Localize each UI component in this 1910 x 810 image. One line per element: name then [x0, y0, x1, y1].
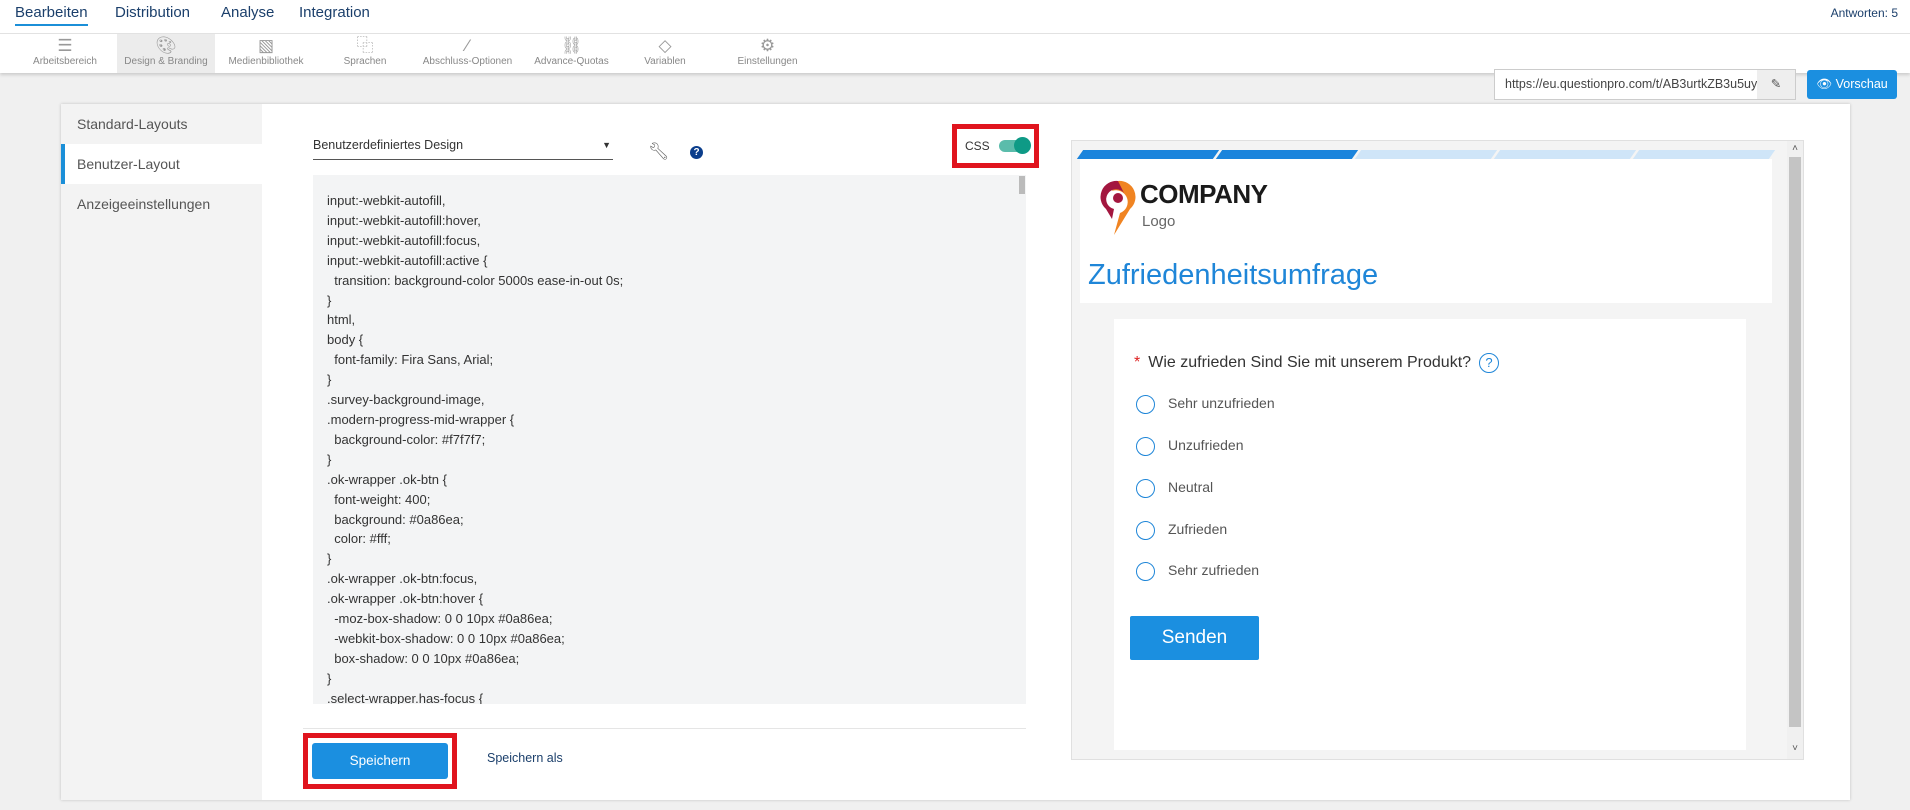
- question-help-icon[interactable]: ?: [1479, 353, 1500, 373]
- caret-down-icon: ▼: [602, 140, 611, 150]
- tab-integration[interactable]: Integration: [299, 4, 370, 24]
- tool-label: Einstellungen: [737, 56, 798, 67]
- option-zufrieden[interactable]: Zufrieden: [1136, 521, 1227, 540]
- preview-scrollbar[interactable]: ˄ ˅: [1787, 141, 1803, 759]
- logo-sub: Logo: [1142, 213, 1176, 230]
- tool-abschluss-optionen[interactable]: ⁄ Abschluss-Optionen: [415, 34, 520, 73]
- tag-icon: ◇: [658, 36, 672, 55]
- option-neutral[interactable]: Neutral: [1136, 479, 1213, 498]
- tool-label: Advance-Quotas: [534, 56, 609, 67]
- sidebar: Standard-Layouts Benutzer-Layout Anzeige…: [61, 104, 262, 800]
- chain-icon: ⛓: [560, 36, 583, 55]
- radio[interactable]: [1136, 521, 1155, 540]
- magic-wand-icon: ⁄: [466, 36, 469, 55]
- tool-arbeitsbereich[interactable]: ☰ Arbeitsbereich: [20, 34, 110, 73]
- survey-preview: COMPANY Logo Zufriedenheitsumfrage * Wie …: [1071, 140, 1804, 760]
- wrench-icon[interactable]: 🔧︎: [648, 142, 670, 162]
- progress-segment: [1076, 150, 1220, 159]
- option-label: Unzufrieden: [1168, 437, 1244, 454]
- scroll-down-icon[interactable]: ˅: [1787, 743, 1803, 754]
- top-navigation: Bearbeiten Distribution Analyse Integrat…: [0, 0, 1910, 34]
- sidebar-item-anzeigeeinstellungen[interactable]: Anzeigeeinstellungen: [61, 184, 262, 224]
- option-sehr-zufrieden[interactable]: Sehr zufrieden: [1136, 562, 1259, 581]
- tool-design-branding[interactable]: 🎨︎ Design & Branding: [117, 34, 215, 73]
- tab-distribution[interactable]: Distribution: [115, 4, 190, 24]
- option-sehr-unzufrieden[interactable]: Sehr unzufrieden: [1136, 395, 1275, 414]
- radio[interactable]: [1136, 479, 1155, 498]
- toolbar: ☰ Arbeitsbereich 🎨︎ Design & Branding ▧ Med…: [0, 34, 1910, 100]
- tool-label: Medienbibliothek: [228, 56, 304, 67]
- submit-button[interactable]: Senden: [1130, 616, 1259, 660]
- tool-variablen[interactable]: ◇ Variablen: [630, 34, 700, 73]
- tool-label: Abschluss-Optionen: [422, 56, 513, 67]
- tab-bearbeiten[interactable]: Bearbeiten: [15, 4, 88, 26]
- question-text: Wie zufrieden Sind Sie mit unserem Produ…: [1148, 354, 1472, 372]
- toggle-knob: [1014, 137, 1031, 154]
- survey-url: https://eu.questionpro.com/t/AB3urtkZB3u…: [1505, 77, 1758, 91]
- tool-label: Variablen: [644, 56, 686, 67]
- responses-count: Antworten: 5: [1830, 6, 1898, 20]
- translate-icon: ⿻: [356, 36, 374, 55]
- survey-title: Zufriedenheitsumfrage: [1088, 259, 1379, 291]
- save-button[interactable]: Speichern: [312, 743, 448, 779]
- tool-advance-quotas[interactable]: ⛓ Advance-Quotas: [524, 34, 619, 73]
- tool-einstellungen[interactable]: ⚙ Einstellungen: [725, 34, 810, 73]
- radio[interactable]: [1136, 395, 1155, 414]
- radio[interactable]: [1136, 562, 1155, 581]
- save-as-link[interactable]: Speichern als: [487, 751, 563, 765]
- option-unzufrieden[interactable]: Unzufrieden: [1136, 437, 1244, 456]
- question-card: * Wie zufrieden Sind Sie mit unserem Prod…: [1114, 319, 1746, 750]
- tool-label: Sprachen: [343, 56, 387, 67]
- eye-icon: 👁︎: [1816, 77, 1833, 91]
- image-icon: ▧: [257, 36, 275, 55]
- survey-header: COMPANY Logo Zufriedenheitsumfrage: [1080, 159, 1772, 303]
- option-label: Sehr unzufrieden: [1168, 395, 1275, 412]
- sidebar-item-standard-layouts[interactable]: Standard-Layouts: [61, 104, 262, 144]
- option-label: Zufrieden: [1168, 521, 1228, 538]
- progress-segment: [1632, 150, 1776, 159]
- scroll-up-icon[interactable]: ˄: [1787, 143, 1803, 154]
- css-label: CSS: [965, 139, 990, 153]
- tool-label: Design & Branding: [124, 56, 208, 67]
- palette-icon: 🎨︎: [155, 36, 177, 55]
- css-code-editor[interactable]: input:-webkit-autofill, input:-webkit-au…: [313, 175, 1026, 704]
- progress-segment: [1215, 150, 1359, 159]
- progress-bar: [1076, 150, 1776, 159]
- company-logo-icon: [1100, 180, 1136, 235]
- workspace-icon: ☰: [57, 36, 73, 55]
- css-toggle-highlight: CSS: [952, 124, 1039, 168]
- required-marker: *: [1134, 354, 1141, 372]
- divider: [303, 728, 1026, 729]
- progress-segment: [1493, 150, 1637, 159]
- sidebar-item-benutzer-layout[interactable]: Benutzer-Layout: [61, 144, 262, 184]
- logo-company: COMPANY: [1140, 179, 1268, 209]
- question: * Wie zufrieden Sind Sie mit unserem Prod…: [1134, 353, 1500, 373]
- gear-icon: ⚙: [759, 36, 776, 55]
- save-highlight: Speichern: [303, 733, 457, 789]
- progress-segment: [1354, 150, 1498, 159]
- tool-medienbibliothek[interactable]: ▧ Medienbibliothek: [217, 34, 315, 73]
- code-scrollbar[interactable]: [1019, 176, 1025, 194]
- design-select-value: Benutzerdefiniertes Design: [313, 138, 464, 152]
- preview-label: Vorschau: [1835, 77, 1888, 91]
- radio[interactable]: [1136, 437, 1155, 456]
- preview-button[interactable]: 👁︎ Vorschau: [1807, 70, 1897, 99]
- css-toggle[interactable]: [999, 137, 1031, 154]
- pencil-icon[interactable]: ✎: [1757, 70, 1795, 99]
- survey-url-field[interactable]: https://eu.questionpro.com/t/AB3urtkZB3u…: [1494, 69, 1796, 100]
- tool-label: Arbeitsbereich: [33, 56, 97, 67]
- tool-sprachen[interactable]: ⿻ Sprachen: [325, 34, 405, 73]
- option-label: Neutral: [1168, 479, 1214, 496]
- option-label: Sehr zufrieden: [1168, 562, 1260, 579]
- scrollbar-thumb[interactable]: [1789, 157, 1801, 727]
- help-icon[interactable]: ?: [690, 146, 703, 159]
- design-select[interactable]: Benutzerdefiniertes Design ▼: [313, 138, 613, 160]
- tab-analyse[interactable]: Analyse: [221, 4, 274, 24]
